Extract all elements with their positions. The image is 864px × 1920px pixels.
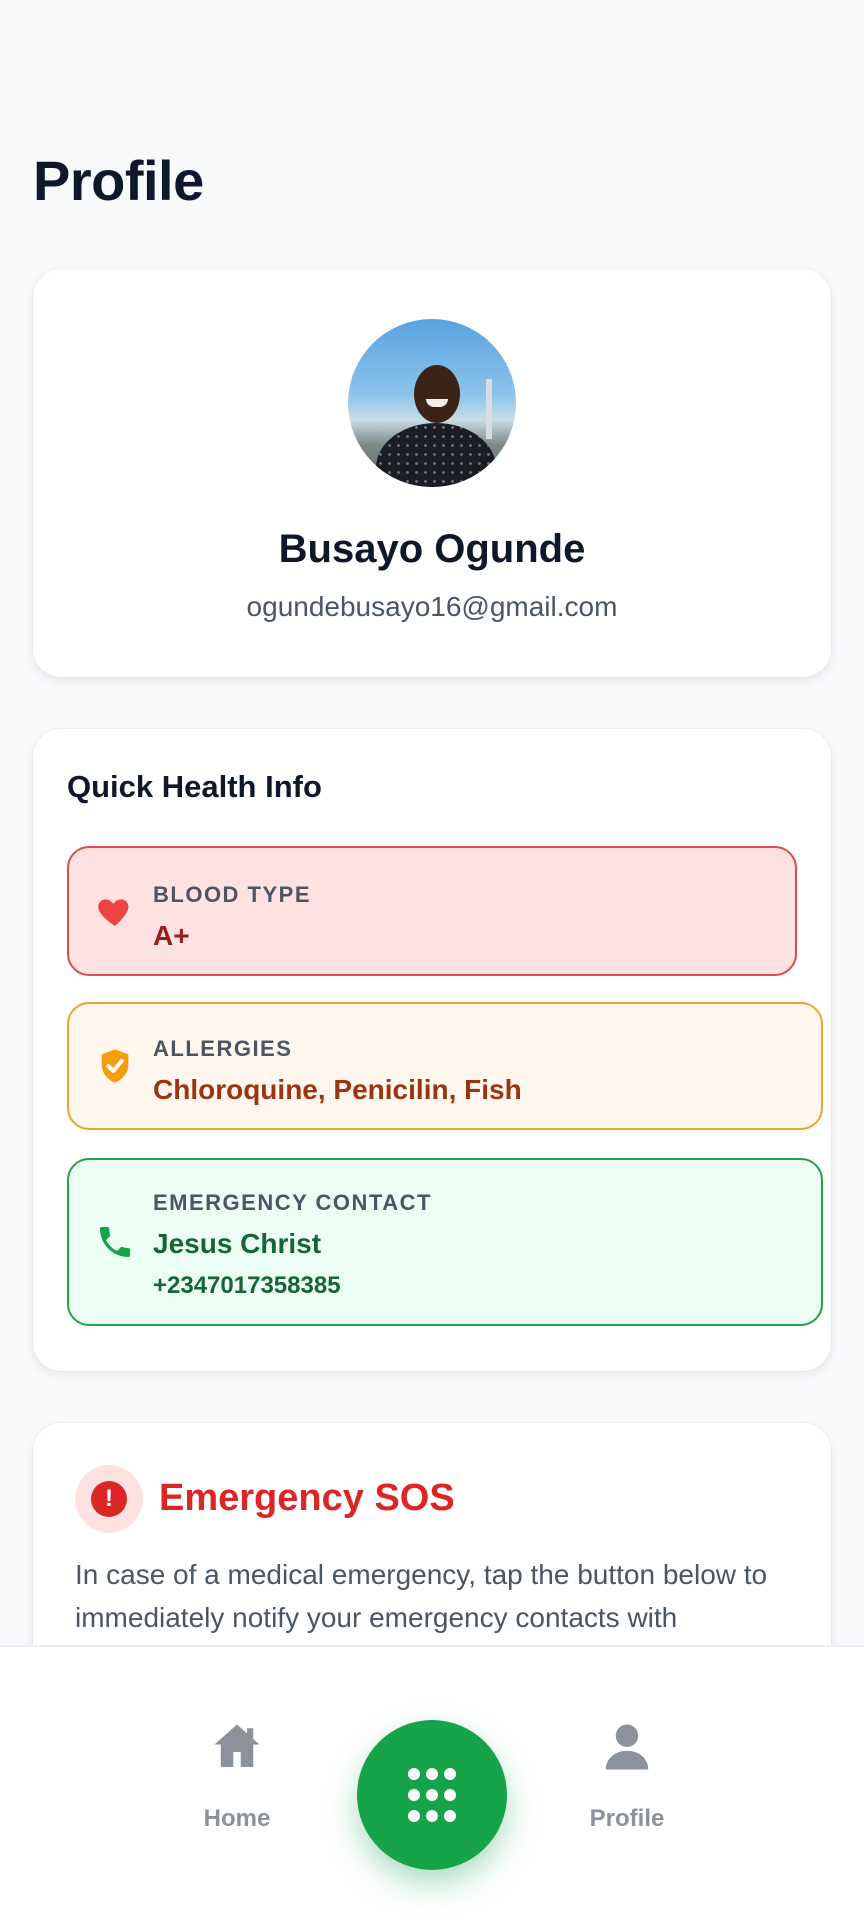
quick-health-info-card: Quick Health Info BLOOD TYPE A+ ALLERGIE… [33,729,831,1371]
profile-name: Busayo Ogunde [278,527,586,571]
emergency-contact-phone[interactable]: +2347017358385 [153,1272,341,1300]
nav-home-label: Home [203,1805,271,1832]
phone-icon [100,1227,130,1257]
profile-card: Busayo Ogunde ogundebusayo16@gmail.com [33,269,831,677]
allergies-label: ALLERGIES [153,1036,293,1061]
emergency-contact-box[interactable]: EMERGENCY CONTACT Jesus Christ +23470173… [67,1158,823,1326]
avatar[interactable] [348,319,516,487]
shield-check-icon [101,1049,129,1083]
blood-type-box: BLOOD TYPE A+ [67,846,797,976]
alert-icon: ! [75,1465,143,1533]
blood-type-label: BLOOD TYPE [153,882,312,907]
nav-profile[interactable]: Profile [552,1717,702,1833]
user-icon [605,1724,649,1770]
heart-icon [98,899,129,926]
nav-profile-label: Profile [589,1805,665,1832]
blood-type-value: A+ [153,920,190,951]
center-action-button[interactable] [357,1720,507,1870]
sos-title: Emergency SOS [159,1477,455,1519]
section-title: Quick Health Info [67,769,322,804]
profile-email: ogundebusayo16@gmail.com [246,591,618,622]
emergency-contact-name: Jesus Christ [153,1228,322,1259]
alert-glyph: ! [91,1481,127,1517]
nav-home[interactable]: Home [162,1717,312,1833]
emergency-contact-label: EMERGENCY CONTACT [153,1190,432,1215]
allergies-value: Chloroquine, Penicilin, Fish [153,1074,522,1105]
grid-dots-icon [408,1768,456,1822]
allergies-box: ALLERGIES Chloroquine, Penicilin, Fish [67,1002,823,1130]
home-icon [214,1724,260,1767]
page-title: Profile [33,149,204,212]
sos-description: In case of a medical emergency, tap the … [75,1559,768,1633]
bottom-navigation: Home Profile [0,1645,864,1920]
